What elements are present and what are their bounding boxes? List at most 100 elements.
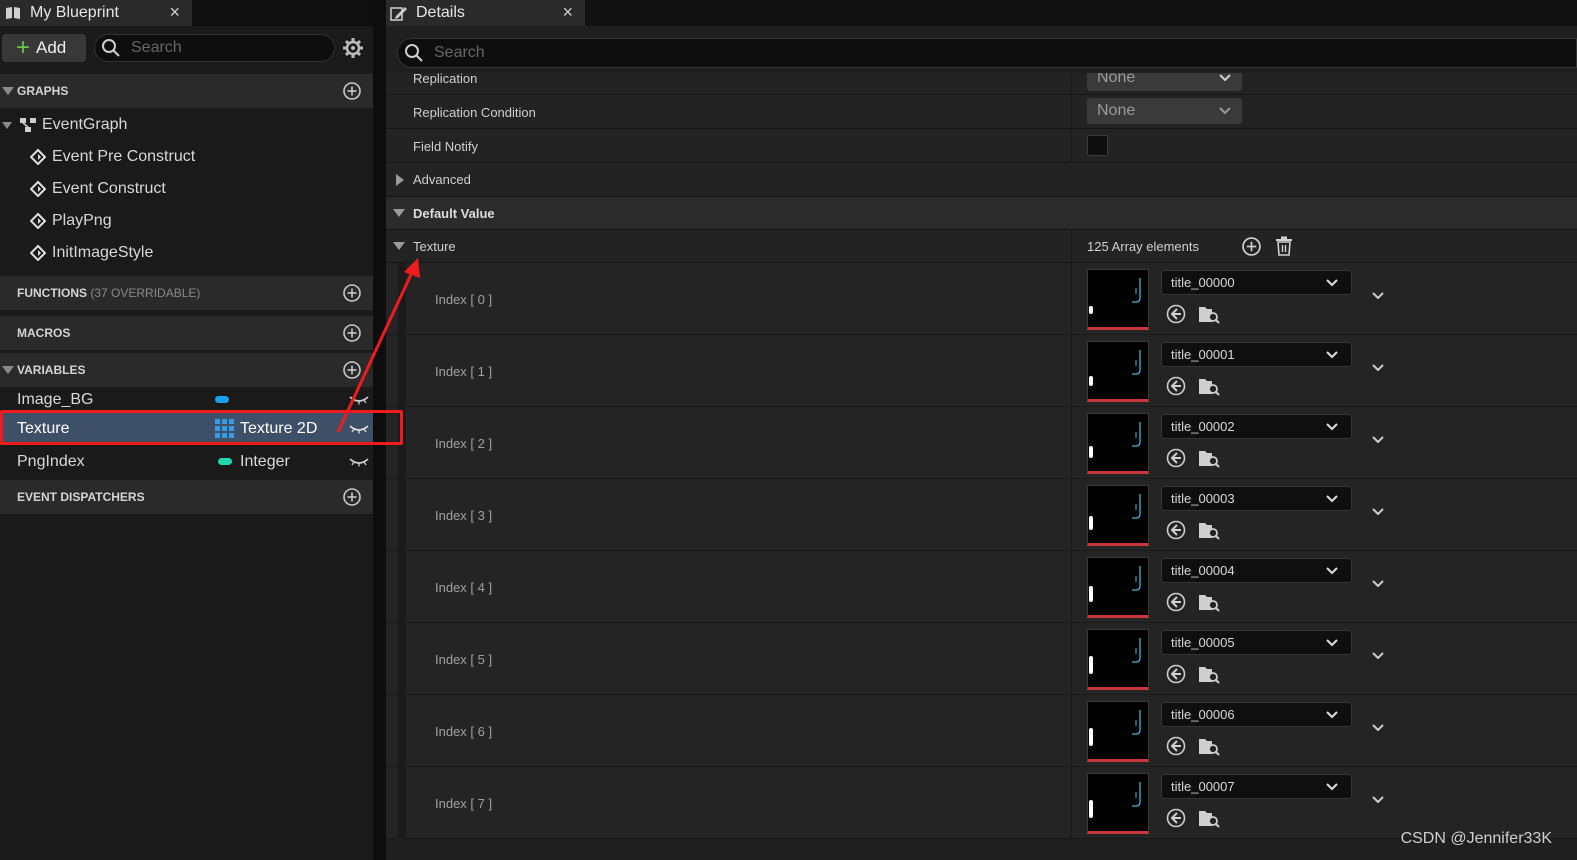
- event-label: InitImageStyle: [52, 244, 154, 261]
- chevron-down-icon[interactable]: [1370, 792, 1386, 808]
- use-selected-asset-icon[interactable]: [1166, 304, 1186, 324]
- section-macros-label: MACROS: [17, 326, 71, 340]
- browse-asset-icon[interactable]: [1198, 375, 1220, 397]
- section-functions[interactable]: FUNCTIONS (37 OVERRIDABLE): [0, 276, 373, 310]
- browse-asset-icon[interactable]: [1198, 807, 1220, 829]
- chevron-down-icon: [1326, 495, 1338, 503]
- element-index-label: Index [ 0 ]: [435, 292, 493, 307]
- asset-picker-dropdown[interactable]: title_00003: [1161, 486, 1352, 511]
- asset-name: title_00002: [1171, 419, 1235, 434]
- browse-asset-icon[interactable]: [1198, 303, 1220, 325]
- eye-closed-icon[interactable]: [349, 457, 369, 467]
- element-index-label: Index [ 7 ]: [435, 796, 493, 811]
- browse-asset-icon[interactable]: [1198, 447, 1220, 469]
- details-search-input[interactable]: Search: [397, 38, 1577, 68]
- chevron-down-icon[interactable]: [1370, 432, 1386, 448]
- asset-picker-dropdown[interactable]: title_00006: [1161, 702, 1352, 727]
- use-selected-asset-icon[interactable]: [1166, 664, 1186, 684]
- section-event-dispatchers[interactable]: EVENT DISPATCHERS: [0, 480, 373, 514]
- tab-details[interactable]: Details ×: [386, 0, 585, 26]
- expand-arrow-icon: [2, 121, 12, 129]
- use-selected-asset-icon[interactable]: [1166, 592, 1186, 612]
- texture-thumbnail[interactable]: [1087, 629, 1149, 690]
- use-selected-asset-icon[interactable]: [1166, 808, 1186, 828]
- asset-picker-dropdown[interactable]: title_00004: [1161, 558, 1352, 583]
- property-row-advanced[interactable]: Advanced: [386, 163, 1577, 197]
- tab-my-blueprint[interactable]: My Blueprint ×: [0, 0, 192, 26]
- gear-icon[interactable]: [342, 37, 364, 59]
- search-icon: [102, 39, 120, 57]
- blueprint-search-input[interactable]: Search: [94, 34, 335, 62]
- asset-picker-dropdown[interactable]: title_00001: [1161, 342, 1352, 367]
- chevron-down-icon[interactable]: [1370, 720, 1386, 736]
- chevron-down-icon[interactable]: [1370, 288, 1386, 304]
- property-label: Advanced: [413, 172, 471, 187]
- array-element-row: Index [ 2 ] title_00002: [386, 407, 1577, 479]
- property-label: Replication: [413, 73, 478, 86]
- tab-title: Details: [416, 4, 465, 21]
- texture-thumbnail[interactable]: [1087, 773, 1149, 834]
- asset-picker-dropdown[interactable]: title_00005: [1161, 630, 1352, 655]
- variable-name: Image_BG: [17, 390, 94, 408]
- field-notify-checkbox[interactable]: [1087, 135, 1108, 156]
- array-element-row: Index [ 6 ] title_00006: [386, 695, 1577, 767]
- use-selected-asset-icon[interactable]: [1166, 736, 1186, 756]
- browse-asset-icon[interactable]: [1198, 519, 1220, 541]
- indent-guide: [398, 767, 406, 839]
- tab-title: My Blueprint: [30, 4, 119, 21]
- use-selected-asset-icon[interactable]: [1166, 376, 1186, 396]
- section-graphs[interactable]: GRAPHS: [0, 74, 373, 108]
- use-selected-asset-icon[interactable]: [1166, 520, 1186, 540]
- section-variables-label: VARIABLES: [17, 363, 86, 377]
- close-icon[interactable]: ×: [169, 2, 180, 23]
- tree-item-event[interactable]: InitImageStyle: [0, 237, 373, 269]
- collapse-arrow-icon: [2, 366, 14, 374]
- section-variables[interactable]: VARIABLES: [0, 353, 373, 387]
- watermark: CSDN @Jennifer33K: [1400, 830, 1552, 847]
- close-icon[interactable]: ×: [562, 2, 573, 23]
- browse-asset-icon[interactable]: [1198, 663, 1220, 685]
- asset-name: title_00006: [1171, 707, 1235, 722]
- texture-thumbnail[interactable]: [1087, 413, 1149, 474]
- array-element-row: Index [ 3 ] title_00003: [386, 479, 1577, 551]
- variable-row-pngindex[interactable]: PngIndex Integer: [0, 445, 373, 478]
- collapse-arrow-icon[interactable]: [393, 242, 405, 250]
- add-graph-icon[interactable]: [343, 82, 361, 100]
- trash-icon[interactable]: [1275, 236, 1293, 256]
- browse-asset-icon[interactable]: [1198, 591, 1220, 613]
- event-diamond-icon: [30, 245, 46, 261]
- section-macros[interactable]: MACROS: [0, 316, 373, 350]
- browse-asset-icon[interactable]: [1198, 735, 1220, 757]
- asset-picker-dropdown[interactable]: title_00007: [1161, 774, 1352, 799]
- tree-item-event[interactable]: PlayPng: [0, 205, 373, 237]
- dropdown-value: None: [1097, 73, 1136, 86]
- replication-condition-dropdown[interactable]: None: [1087, 98, 1242, 124]
- search-placeholder: Search: [434, 44, 485, 61]
- tree-item-event[interactable]: Event Pre Construct: [0, 141, 373, 173]
- chevron-down-icon[interactable]: [1370, 576, 1386, 592]
- asset-picker-dropdown[interactable]: title_00002: [1161, 414, 1352, 439]
- event-label: Event Pre Construct: [52, 148, 196, 165]
- texture-thumbnail[interactable]: [1087, 269, 1149, 330]
- texture-thumbnail[interactable]: [1087, 701, 1149, 762]
- element-index-label: Index [ 5 ]: [435, 652, 493, 667]
- indent-guide: [398, 623, 406, 695]
- tree-item-event[interactable]: Event Construct: [0, 173, 373, 205]
- property-label: Replication Condition: [413, 105, 536, 120]
- texture-thumbnail[interactable]: [1087, 341, 1149, 402]
- event-label: Event Construct: [52, 180, 166, 197]
- add-element-icon[interactable]: [1242, 237, 1261, 256]
- element-index-label: Index [ 4 ]: [435, 580, 493, 595]
- texture-thumbnail[interactable]: [1087, 557, 1149, 618]
- replication-dropdown[interactable]: None: [1087, 73, 1242, 91]
- chevron-down-icon[interactable]: [1370, 648, 1386, 664]
- texture-thumbnail[interactable]: [1087, 485, 1149, 546]
- chevron-down-icon[interactable]: [1370, 504, 1386, 520]
- add-button[interactable]: + Add: [2, 34, 86, 62]
- use-selected-asset-icon[interactable]: [1166, 448, 1186, 468]
- chevron-down-icon[interactable]: [1370, 360, 1386, 376]
- add-dispatcher-icon[interactable]: [343, 488, 361, 506]
- asset-picker-dropdown[interactable]: title_00000: [1161, 270, 1352, 295]
- tree-item-eventgraph[interactable]: EventGraph: [0, 109, 373, 141]
- category-default-value[interactable]: Default Value: [386, 197, 1577, 230]
